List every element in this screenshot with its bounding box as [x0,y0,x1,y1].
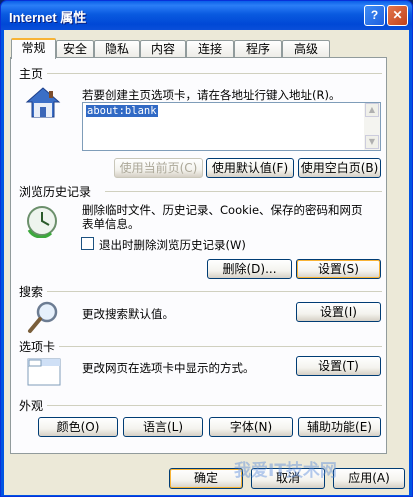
address-scrollbar[interactable]: ▲ ▼ [364,103,380,150]
tab-security[interactable]: 安全 [56,40,94,58]
home-group-label: 主页 [19,67,44,81]
ok-button[interactable]: 确定 [169,468,243,489]
tabs-icon [27,358,61,386]
scroll-down-icon[interactable]: ▼ [365,135,379,149]
tab-privacy[interactable]: 隐私 [94,40,140,58]
history-clock-icon [27,206,57,238]
history-group-label: 浏览历史记录 [19,185,92,199]
close-button[interactable]: ✕ [387,5,408,26]
help-button[interactable]: ? [364,5,385,26]
search-description: 更改搜索默认值。 [82,307,174,321]
tab-connections[interactable]: 连接 [186,40,234,58]
internet-properties-window: Internet 属性 ? ✕ 常规 安全 隐私 内容 连接 程序 高级 主页 … [0,0,413,497]
window-title: Internet 属性 [9,10,87,25]
divider [47,73,382,74]
search-group-label: 搜索 [19,285,44,299]
title-bar[interactable]: Internet 属性 ? ✕ [1,1,412,30]
dialog-body: 常规 安全 隐私 内容 连接 程序 高级 主页 若要创建主页选项卡，请在各地址行… [4,30,409,495]
history-settings-button[interactable]: 设置(S) [296,259,381,279]
appearance-group-label: 外观 [19,399,44,413]
scroll-up-icon[interactable]: ▲ [365,103,379,117]
delete-on-exit-label[interactable]: 退出时删除浏览历史记录(W) [99,237,246,253]
delete-history-button[interactable]: 删除(D)... [207,259,292,279]
home-icon [25,87,61,118]
tab-programs[interactable]: 程序 [234,40,282,58]
tabs-settings-button[interactable]: 设置(T) [296,356,381,376]
home-page-address-input[interactable]: about:blank ▲ ▼ [82,102,381,151]
divider [59,346,382,347]
colors-button[interactable]: 颜色(O) [38,417,118,437]
fonts-button[interactable]: 字体(N) [209,417,293,437]
use-blank-button[interactable]: 使用空白页(B) [298,158,381,178]
divider [47,405,382,406]
tabs-description: 更改网页在选项卡中显示的方式。 [82,361,255,375]
languages-button[interactable]: 语言(L) [123,417,203,437]
tab-general[interactable]: 常规 [11,38,56,59]
tabs-group-label: 选项卡 [19,340,56,354]
tab-advanced[interactable]: 高级 [282,40,330,58]
watermark: 我爱IT技术网 [234,461,337,481]
general-tab-panel: 主页 若要创建主页选项卡，请在各地址行键入地址(R)。 about:blank … [10,57,387,454]
delete-on-exit-checkbox[interactable] [81,237,94,250]
history-description-line2: 表单信息。 [82,217,140,231]
apply-button[interactable]: 应用(A) [333,468,405,489]
divider [47,291,382,292]
divider [105,191,382,192]
search-icon [28,301,58,333]
tab-content[interactable]: 内容 [140,40,186,58]
search-settings-button[interactable]: 设置(I) [296,302,381,322]
use-default-button[interactable]: 使用默认值(F) [206,158,294,178]
accessibility-button[interactable]: 辅助功能(E) [298,417,381,437]
home-description: 若要创建主页选项卡，请在各地址行键入地址(R)。 [82,88,341,102]
home-page-address-text[interactable]: about:blank [86,105,158,117]
use-current-button[interactable]: 使用当前页(C) [114,158,203,178]
